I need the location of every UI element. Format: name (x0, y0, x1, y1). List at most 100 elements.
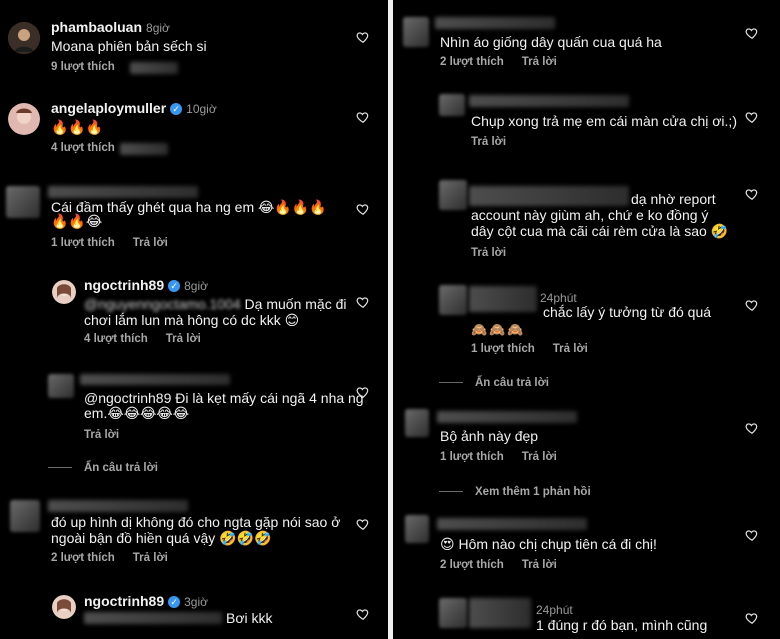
comment-header: ngoctrinh89 ✓ 8giờ (84, 276, 208, 296)
comment-text: Nhìn áo giống dây quấn cua quá ha (440, 34, 662, 50)
comment-text: 🔥🔥😂 (51, 213, 103, 229)
blurred-username (437, 518, 587, 530)
like-count[interactable]: 2 lượt thích (440, 559, 504, 571)
avatar[interactable] (52, 280, 76, 304)
blurred-username (48, 186, 198, 198)
blurred-username (469, 598, 531, 628)
avatar[interactable] (439, 180, 467, 210)
view-more-replies-button[interactable]: Xem thêm 1 phản hồi (439, 486, 591, 498)
blurred-username (437, 411, 577, 423)
avatar[interactable] (439, 94, 465, 116)
blurred-mention (84, 612, 222, 624)
reply-button[interactable]: Trả lời (471, 136, 506, 148)
comment-text: 1 đúng r đó bạn, mình cũng (536, 617, 708, 633)
comment-emoji: 🙈🙈🙈 (471, 322, 526, 337)
heart-icon[interactable] (745, 298, 759, 312)
comment-text: 🔥🔥🔥 (51, 119, 104, 135)
username[interactable]: phambaoluan (51, 19, 142, 35)
reply-button[interactable]: Trả lời (84, 429, 119, 441)
heart-icon[interactable] (745, 611, 759, 625)
avatar[interactable] (48, 374, 74, 398)
reply-button[interactable]: Trả lời (133, 237, 168, 249)
reply-button[interactable]: Trả lời (553, 343, 588, 355)
comment-meta: Trả lời (471, 247, 506, 259)
comment-meta: 2 lượt thích Trả lời (440, 559, 557, 571)
reply-button[interactable]: Trả lời (522, 559, 557, 571)
heart-icon[interactable] (356, 385, 370, 399)
comment-header: ngoctrinh89 ✓ 3giờ (84, 592, 208, 612)
comment-text: Bơi kkk (226, 610, 273, 626)
heart-icon[interactable] (356, 295, 370, 309)
avatar[interactable] (10, 500, 40, 532)
comment-meta: Trả lời (84, 429, 119, 441)
avatar[interactable] (52, 595, 76, 619)
verified-badge-icon: ✓ (168, 596, 181, 609)
avatar[interactable] (405, 409, 429, 437)
like-count[interactable]: 4 lượt thích (84, 333, 148, 345)
heart-icon[interactable] (745, 26, 759, 40)
comment-meta: 4 lượt thích Trả lời (84, 333, 201, 345)
right-comment-panel: Nhìn áo giống dây quấn cua quá ha 2 lượt… (393, 0, 780, 639)
comment-header: angelaploymuller ✓ 10giờ (51, 99, 217, 119)
like-count[interactable]: 1 lượt thích (51, 237, 115, 249)
blurred-username (435, 17, 555, 29)
timestamp: 24phút (536, 603, 573, 617)
like-count[interactable]: 4 lượt thích (51, 142, 115, 154)
avatar[interactable] (8, 22, 40, 54)
comment-meta: 9 lượt thích (51, 61, 115, 73)
heart-icon[interactable] (356, 202, 370, 216)
reply-button[interactable]: Trả lời (166, 333, 201, 345)
comment-text: Moana phiên bản sếch si (51, 38, 207, 54)
avatar[interactable] (6, 186, 40, 218)
verified-badge-icon: ✓ (168, 280, 181, 293)
like-count[interactable]: 2 lượt thích (440, 56, 504, 68)
avatar[interactable] (403, 17, 429, 47)
heart-icon[interactable] (356, 110, 370, 124)
blurred-username (469, 186, 629, 206)
heart-icon[interactable] (745, 421, 759, 435)
comment-meta: 1 lượt thích Trả lời (471, 343, 588, 355)
blurred-username (469, 286, 537, 312)
avatar[interactable] (439, 598, 467, 628)
timestamp: 8giờ (184, 279, 209, 293)
username[interactable]: angelaploymuller (51, 100, 166, 116)
comment-meta: 2 lượt thích Trả lời (51, 552, 168, 564)
heart-icon[interactable] (745, 187, 759, 201)
like-count[interactable]: 1 lượt thích (471, 343, 535, 355)
avatar[interactable] (8, 103, 40, 135)
comment-meta: 4 lượt thích (51, 142, 115, 154)
comment-meta: 2 lượt thích Trả lời (440, 56, 557, 68)
reply-button[interactable]: Trả lời (522, 56, 557, 68)
blurred-mention[interactable]: @nguyenngoctamo.1004 (84, 296, 241, 312)
blurred-reply-button (130, 62, 178, 74)
comment-meta: Trả lời (471, 136, 506, 148)
like-count[interactable]: 1 lượt thích (440, 451, 504, 463)
like-count[interactable]: 2 lượt thích (51, 552, 115, 564)
username[interactable]: ngoctrinh89 (84, 277, 164, 293)
timestamp: 3giờ (184, 595, 209, 609)
blurred-username (48, 500, 188, 512)
hide-replies-button[interactable]: Ẩn câu trả lời (439, 377, 549, 389)
reply-button[interactable]: Trả lời (522, 451, 557, 463)
username[interactable]: ngoctrinh89 (84, 593, 164, 609)
comment-text: chơi lắm lun mà hông có dc kkk 😊 (84, 312, 300, 328)
comment-text: dây cột cua mà cãi cái rèm cửa là sao 🤣 (471, 223, 729, 239)
avatar[interactable] (405, 515, 429, 543)
like-count[interactable]: 9 lượt thích (51, 61, 115, 73)
left-comment-panel: phambaoluan 8giờ Moana phiên bản sếch si … (0, 0, 388, 639)
reply-button[interactable]: Trả lời (133, 552, 168, 564)
comment-text: Bộ ảnh này đẹp (440, 428, 539, 444)
comment-text: em.😂😂😂😂😂 (84, 405, 190, 421)
comment-meta: 1 lượt thích Trả lời (51, 237, 168, 249)
heart-icon[interactable] (356, 517, 370, 531)
avatar[interactable] (439, 285, 467, 315)
heart-icon[interactable] (356, 607, 370, 621)
reply-button[interactable]: Trả lời (471, 247, 506, 259)
heart-icon[interactable] (745, 528, 759, 542)
comment-meta: 1 lượt thích Trả lời (440, 451, 557, 463)
heart-icon[interactable] (356, 30, 370, 44)
blurred-reply-button (120, 143, 168, 155)
hide-replies-button[interactable]: Ẩn câu trả lời (48, 462, 158, 474)
comment-text: ngoài bận đồ hiền quá vậy 🤣🤣🤣 (51, 530, 272, 546)
heart-icon[interactable] (745, 110, 759, 124)
